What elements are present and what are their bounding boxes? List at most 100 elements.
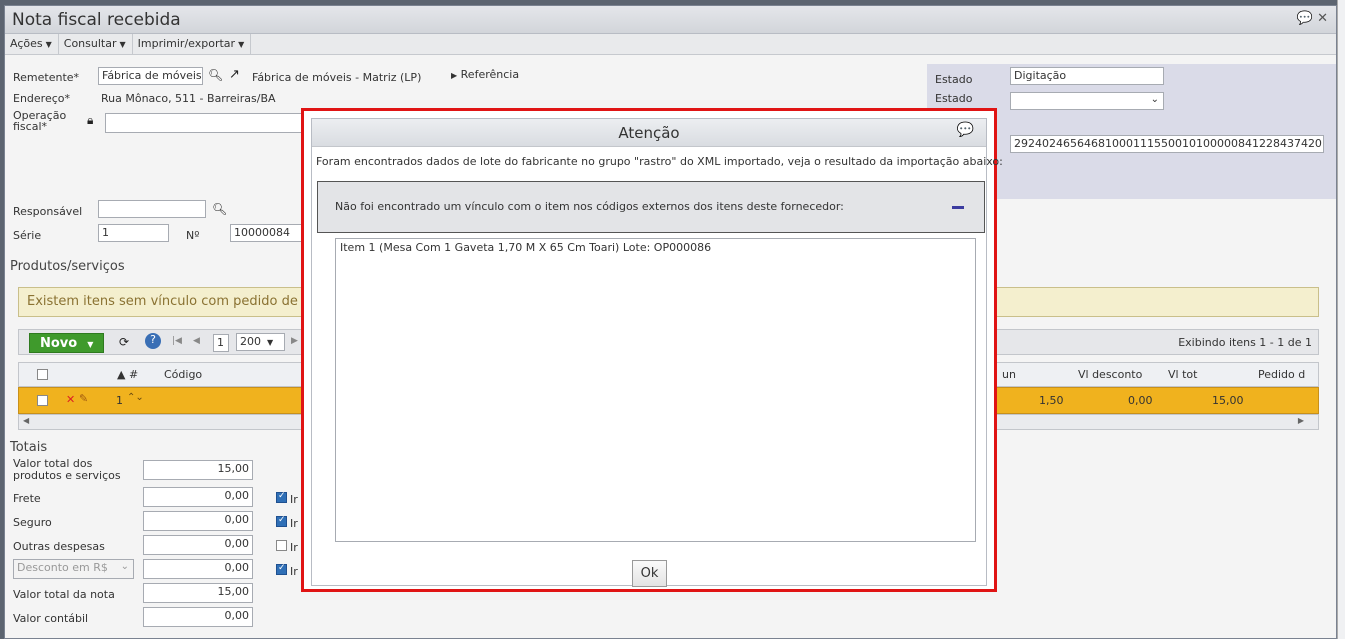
close-icon[interactable]: ✕ — [1317, 11, 1328, 26]
help-icon[interactable]: ? — [145, 333, 161, 349]
col-codigo[interactable]: Código — [164, 368, 202, 381]
frete-check-label: Ir — [290, 493, 298, 506]
valor-total-nota-field: 15,00 — [143, 583, 253, 603]
caret-down-icon: ▼ — [267, 338, 274, 347]
operacao-label: Operação fiscal* — [13, 109, 67, 133]
seguro-checkbox[interactable] — [276, 515, 287, 527]
comment-icon[interactable]: 💬 — [957, 122, 974, 138]
scroll-right-icon[interactable]: ▶ — [1298, 416, 1304, 425]
seguro-label: Seguro — [13, 516, 52, 529]
outras-check-label: Ir — [290, 541, 298, 554]
col-vl-tot[interactable]: Vl tot — [1168, 368, 1197, 381]
next-page-icon[interactable]: ▶ — [291, 336, 298, 346]
operacao-field[interactable] — [105, 113, 305, 133]
col-un[interactable]: un — [1002, 368, 1016, 381]
valor-total-nota-label: Valor total da nota — [13, 588, 115, 601]
outras-despesas-field[interactable]: 0,00 — [143, 535, 253, 555]
vertical-scrollbar[interactable] — [1337, 0, 1345, 639]
search-icon[interactable]: 🔍︎ — [208, 68, 223, 82]
menu-bar: Ações ▼ Consultar ▼ Imprimir/exportar ▼ — [5, 34, 1336, 55]
frete-checkbox[interactable] — [276, 491, 287, 503]
chave-field[interactable]: 2924024656468100011155001010000084122843… — [1010, 135, 1324, 153]
frete-field[interactable]: 0,00 — [143, 487, 253, 507]
valor-contabil-field: 0,00 — [143, 607, 253, 627]
numero-field[interactable]: 10000084 — [230, 224, 305, 242]
referencia-toggle[interactable]: ▶ Referência — [451, 68, 519, 81]
row-checkbox[interactable] — [37, 395, 48, 406]
remetente-label: Remetente* — [13, 71, 80, 84]
totais-section-title: Totais — [10, 440, 48, 455]
menu-consultar[interactable]: Consultar ▼ — [59, 34, 133, 54]
ok-button[interactable]: Ok — [632, 560, 667, 587]
exibindo-text: Exibindo itens 1 - 1 de 1 — [1178, 336, 1312, 349]
lock-icon: 🔒︎ — [87, 113, 94, 127]
collapse-icon[interactable] — [952, 206, 964, 209]
chevron-down-icon: ⌄ — [1150, 94, 1159, 105]
estado-label: Estado — [935, 73, 973, 86]
desconto-checkbox[interactable] — [276, 563, 287, 575]
serie-label: Série — [13, 229, 42, 242]
comment-icon[interactable]: 💬 — [1297, 11, 1313, 26]
refresh-icon[interactable]: ⟳ — [119, 335, 129, 349]
serie-field[interactable]: 1 — [98, 224, 169, 242]
external-link-icon[interactable]: ↗ — [229, 67, 240, 82]
caret-down-icon: ▼ — [45, 40, 52, 49]
prev-page-icon[interactable]: ◀ — [193, 336, 200, 346]
dialog-message: Foram encontrados dados de lote do fabri… — [316, 155, 1003, 168]
row-num: 1 — [116, 394, 123, 407]
select-all-checkbox[interactable] — [37, 369, 48, 380]
total-produtos-label: Valor total dos produtos e serviços — [13, 457, 121, 482]
row-un: 1,50 — [1039, 394, 1064, 407]
row-vl-desconto: 0,00 — [1128, 394, 1153, 407]
responsavel-field[interactable] — [98, 200, 206, 218]
panel-title: Não foi encontrado um vínculo com o item… — [335, 200, 844, 213]
remetente-link[interactable]: Fábrica de móveis - Matriz (LP) — [252, 71, 421, 84]
numero-label: Nº — [186, 229, 200, 242]
estado-field: Digitação — [1010, 67, 1164, 85]
valor-contabil-label: Valor contábil — [13, 612, 89, 625]
novo-button[interactable]: Novo ▼ — [29, 333, 104, 353]
col-num[interactable]: ▲ # — [117, 368, 138, 381]
reorder-icon[interactable]: ⌃⌄ — [127, 392, 144, 403]
chevron-down-icon: ⌄ — [120, 561, 129, 572]
attention-dialog: Atenção 💬 Foram encontrados dados de lot… — [311, 118, 1003, 587]
first-page-icon[interactable]: |◀ — [172, 336, 182, 346]
endereco-label: Endereço* — [13, 92, 70, 105]
responsavel-label: Responsável — [13, 205, 83, 218]
estado-select[interactable]: ⌄ — [1010, 92, 1164, 110]
caret-down-icon: ▼ — [87, 340, 94, 349]
page-size-select[interactable]: 200 ▼ — [236, 333, 285, 351]
edit-pencil-icon[interactable]: ✎ — [79, 392, 88, 405]
dialog-panel-header[interactable]: Não foi encontrado um vínculo com o item… — [317, 181, 985, 233]
seguro-check-label: Ir — [290, 517, 298, 530]
result-textarea[interactable]: Item 1 (Mesa Com 1 Gaveta 1,70 M X 65 Cm… — [335, 238, 976, 542]
desconto-select[interactable]: Desconto em R$ ⌄ — [13, 559, 134, 579]
col-vl-desconto[interactable]: Vl desconto — [1078, 368, 1142, 381]
caret-down-icon: ▼ — [119, 40, 126, 49]
dialog-title: Atenção — [618, 124, 680, 142]
outras-despesas-checkbox[interactable] — [276, 540, 287, 551]
menu-acoes[interactable]: Ações ▼ — [5, 34, 59, 54]
estado2-label: Estado — [935, 92, 973, 105]
search-icon[interactable]: 🔍︎ — [212, 202, 227, 216]
window-title: Nota fiscal recebida — [12, 10, 181, 30]
dialog-highlight-frame: Atenção 💬 Foram encontrados dados de lot… — [301, 108, 1003, 592]
seguro-field[interactable]: 0,00 — [143, 511, 253, 531]
dialog-titlebar: Atenção 💬 — [312, 119, 986, 147]
products-section-title: Produtos/serviços — [10, 259, 125, 274]
delete-icon[interactable]: ✕ — [66, 393, 75, 406]
desconto-field[interactable]: 0,00 — [143, 559, 253, 579]
outras-despesas-label: Outras despesas — [13, 540, 105, 553]
frete-label: Frete — [13, 492, 41, 505]
menu-imprimir[interactable]: Imprimir/exportar ▼ — [133, 34, 252, 54]
row-vl-tot: 15,00 — [1212, 394, 1244, 407]
remetente-field[interactable]: Fábrica de móveis — [98, 67, 203, 85]
total-produtos-field: 15,00 — [143, 460, 253, 480]
triangle-right-icon: ▶ — [451, 71, 458, 80]
window-titlebar: Nota fiscal recebida 💬 ✕ — [5, 6, 1336, 34]
col-pedido[interactable]: Pedido d — [1258, 368, 1305, 381]
desconto-check-label: Ir — [290, 565, 298, 578]
caret-down-icon: ▼ — [238, 40, 245, 49]
page-input[interactable]: 1 — [213, 334, 229, 352]
scroll-left-icon[interactable]: ◀ — [23, 416, 29, 425]
